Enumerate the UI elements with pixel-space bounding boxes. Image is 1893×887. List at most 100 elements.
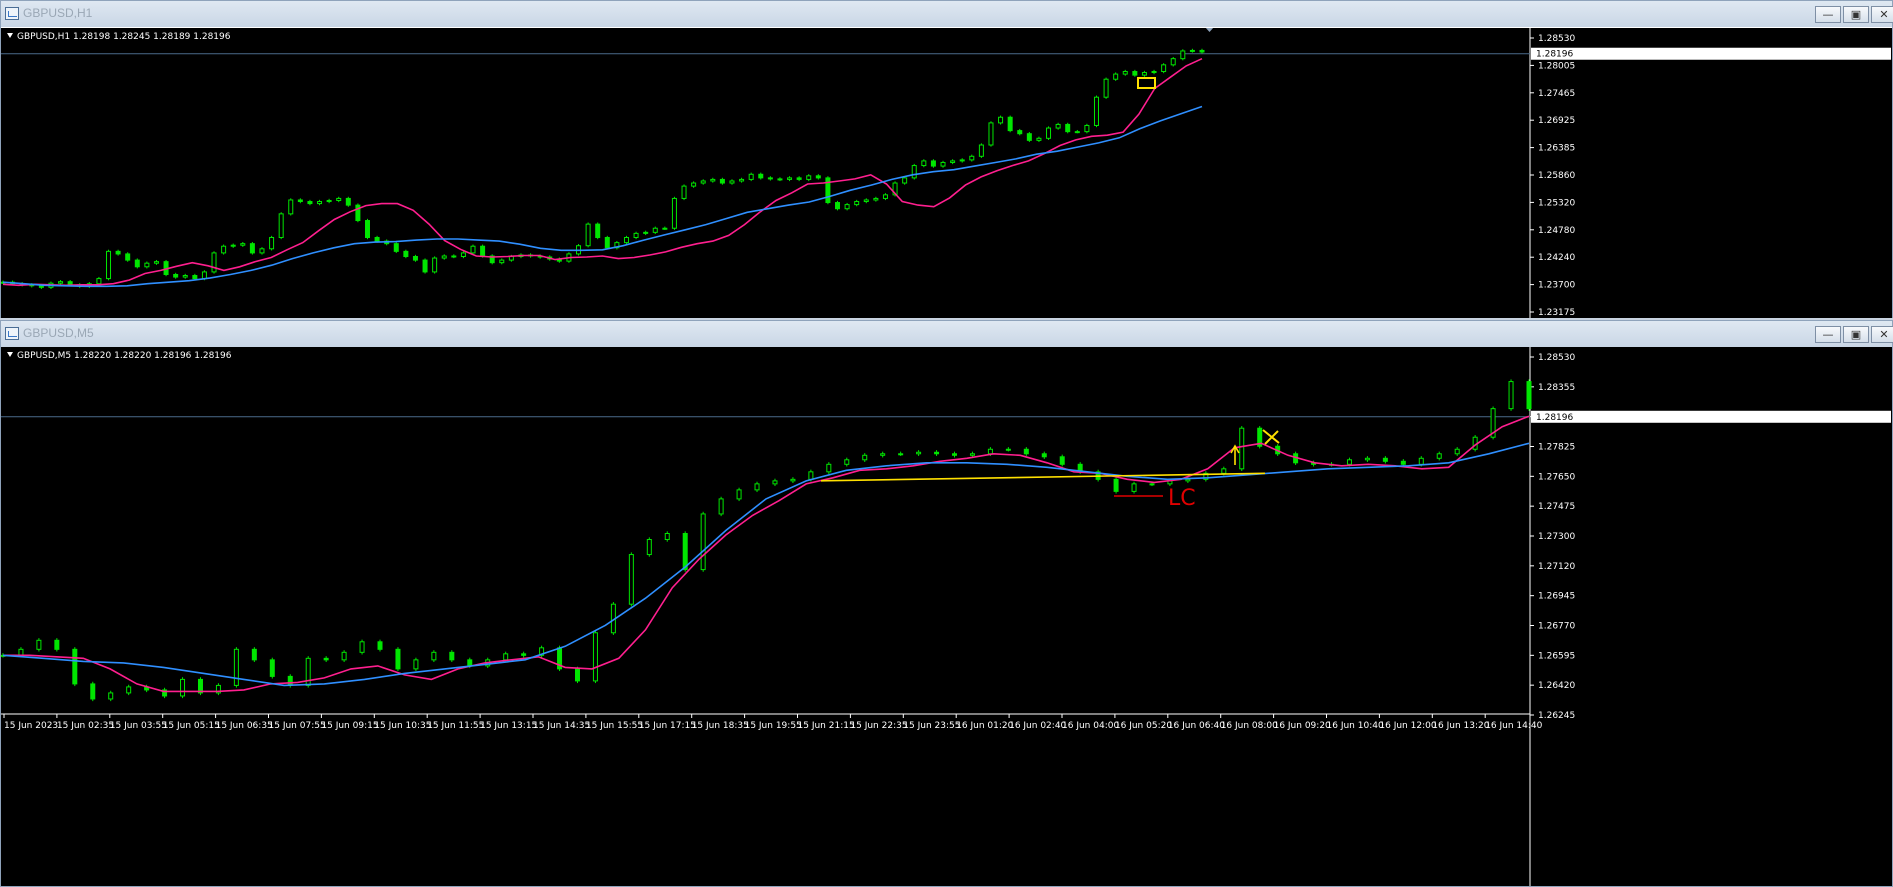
minimize-icon[interactable]: — <box>1815 6 1841 23</box>
price-tick-label: 1.23700 <box>1538 281 1575 291</box>
candle-body <box>432 257 438 273</box>
candle-body <box>1346 459 1352 465</box>
candle-body <box>1132 71 1138 76</box>
candle-body <box>180 678 186 697</box>
candle-body <box>652 227 658 233</box>
candle-body <box>604 236 610 249</box>
time-tick-label: 15 Jun 02:35 <box>57 721 114 731</box>
candle-body <box>326 199 332 203</box>
price-tick-label: 1.26595 <box>1538 651 1575 661</box>
time-tick-label: 15 Jun 22:35 <box>850 721 907 731</box>
time-tick-label: 16 Jun 10:40 <box>1327 721 1384 731</box>
yellow-box-annotation <box>1137 77 1156 89</box>
price-tick-label: 1.25320 <box>1538 198 1575 208</box>
candle-body <box>1131 483 1137 492</box>
candle-body <box>767 177 773 180</box>
close-icon[interactable]: ✕ <box>1871 326 1893 343</box>
candle-body <box>413 659 419 670</box>
time-tick-label: 15 Jun 13:15 <box>480 721 537 731</box>
price-tick-label: 1.28530 <box>1538 34 1575 44</box>
time-tick-label: 15 Jun 19:55 <box>745 721 802 731</box>
candle-body <box>1189 49 1195 52</box>
fast-moving-average-line <box>3 415 1530 693</box>
candle-body <box>1149 483 1155 486</box>
candle-body <box>412 256 418 261</box>
candle-body <box>108 692 114 700</box>
candle-body <box>772 480 778 485</box>
candle-body <box>1508 381 1514 410</box>
candle-body <box>1026 133 1032 141</box>
candle-body <box>1382 457 1388 462</box>
candle-body <box>1161 64 1167 73</box>
collapse-triangle-icon[interactable] <box>7 352 13 357</box>
candle-body <box>67 281 73 286</box>
candle-body <box>307 201 313 205</box>
window-titlebar[interactable]: GBPUSD,M5 — ▣ ✕ <box>1 321 1893 347</box>
time-tick-label: 16 Jun 08:00 <box>1221 721 1278 731</box>
candle-body <box>288 199 294 215</box>
price-tick-label: 1.28530 <box>1538 353 1575 363</box>
minimize-icon[interactable]: — <box>1815 326 1841 343</box>
time-tick-label: 16 Jun 14:40 <box>1485 721 1542 731</box>
candle-body <box>808 471 814 480</box>
time-tick-label: 15 Jun 07:55 <box>269 721 326 731</box>
candle-body <box>90 683 96 700</box>
candle-body <box>336 197 342 201</box>
candle-body <box>1093 96 1099 126</box>
fast-moving-average-line <box>2 57 1203 287</box>
candle-body <box>664 533 670 541</box>
candle-body <box>969 453 975 456</box>
candle-body <box>691 182 697 187</box>
candle-body <box>480 245 486 257</box>
candle-body <box>1418 457 1424 465</box>
chart-shift-marker <box>1205 28 1214 32</box>
price-tick-label: 1.26420 <box>1538 681 1575 691</box>
price-tick-label: 1.27120 <box>1538 562 1575 572</box>
m5-price-chart[interactable]: 1.285301.283551.280001.278251.276501.274… <box>1 347 1892 886</box>
candle-body <box>173 273 179 278</box>
candle-body <box>940 161 946 167</box>
candle-body <box>278 213 284 238</box>
window-title: GBPUSD,M5 <box>23 326 94 340</box>
time-tick-label: 15 Jun 06:35 <box>216 721 273 731</box>
candle-body <box>898 453 904 456</box>
candle-body <box>374 236 380 242</box>
candle-body <box>921 160 927 167</box>
current-price-label: 1.28196 <box>1536 413 1573 423</box>
price-tick-label: 1.24240 <box>1538 253 1575 263</box>
candle-body <box>930 160 936 167</box>
time-tick-label: 16 Jun 06:40 <box>1168 721 1225 731</box>
candle-body <box>844 204 850 210</box>
window-title: GBPUSD,H1 <box>23 6 93 20</box>
candle-body <box>1364 457 1370 461</box>
candle-body <box>521 653 527 656</box>
candle-body <box>1122 71 1128 75</box>
candle-body <box>460 252 466 258</box>
candle-body <box>595 223 601 238</box>
restore-icon[interactable]: ▣ <box>1843 326 1869 343</box>
candle-body <box>835 202 841 210</box>
time-tick-label: 15 Jun 2023 <box>4 721 58 731</box>
restore-icon[interactable]: ▣ <box>1843 6 1869 23</box>
candle-body <box>1023 448 1029 455</box>
close-icon[interactable]: ✕ <box>1871 6 1893 23</box>
price-tick-label: 1.26945 <box>1538 592 1575 602</box>
candle-body <box>700 513 706 571</box>
slow-moving-average-line <box>2 442 1530 687</box>
candle-body <box>106 250 112 280</box>
collapse-triangle-icon[interactable] <box>7 33 13 38</box>
candle-body <box>1185 478 1191 482</box>
candle-body <box>662 227 668 230</box>
candle-body <box>470 245 476 254</box>
time-tick-label: 15 Jun 15:55 <box>586 721 643 731</box>
price-tick-label: 1.26245 <box>1538 711 1575 721</box>
price-tick-label: 1.24780 <box>1538 226 1575 236</box>
window-titlebar[interactable]: GBPUSD,H1 — ▣ ✕ <box>1 1 1893 27</box>
candle-body <box>826 463 832 473</box>
candle-body <box>269 659 275 677</box>
h1-price-chart[interactable]: 1.28530 1.28005 1.27465 1.26925 1.26385 1.258… <box>1 28 1892 318</box>
time-tick-label: 15 Jun 17:15 <box>639 721 696 731</box>
candle-body <box>1113 478 1119 492</box>
candle-body <box>317 201 323 205</box>
candle-body <box>1007 116 1013 132</box>
